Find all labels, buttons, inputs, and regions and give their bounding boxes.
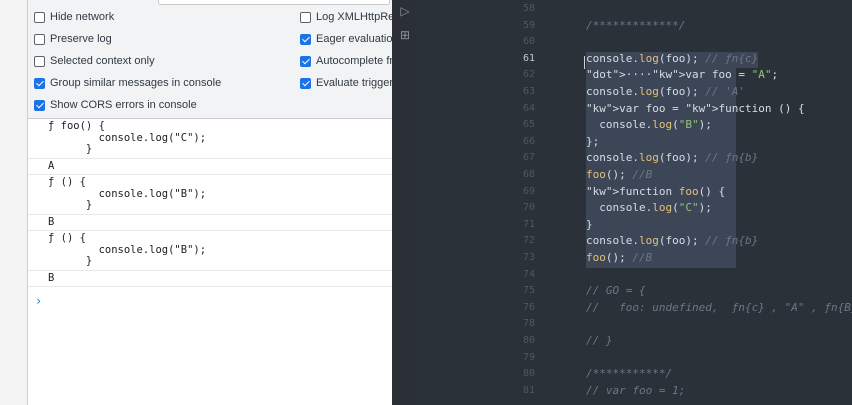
line-number: 73 [522,252,535,263]
line-number: 58 [522,3,535,14]
console-message: B [28,215,392,231]
run-debug-icon[interactable]: ▷ [398,4,412,18]
preserve-log-option[interactable]: Preserve log [34,30,112,48]
autocomplete-option[interactable]: Autocomplete fro [300,52,392,70]
line-number: 66 [522,135,535,147]
code-line: }; [586,134,600,148]
console-settings-pane: Hide network Preserve log Selected conte… [28,0,392,119]
group-similar-label: Group similar messages in console [50,77,222,89]
line-number: 76 [522,301,535,313]
code-line: console.log("C"); [586,201,712,215]
eager-evaluation-label: Eager evaluation [316,33,392,45]
line-number: 65 [522,119,535,131]
code-line: /*************/ [586,18,686,32]
console-message: ƒ () { console.log("B"); } [28,231,392,271]
group-similar-checkbox[interactable] [34,77,45,89]
line-number: 69 [522,185,535,197]
show-cors-checkbox[interactable] [34,99,45,111]
selected-context-option[interactable]: Selected context only [34,52,155,70]
code-line: // } [586,334,613,347]
line-number: 80 [522,335,535,346]
filter-input[interactable] [158,0,390,5]
code-editor[interactable]: 58 59 /*************/ 60 61 console.log(foo);… [418,0,852,405]
code-line: console.log(foo); // ƒn{b} [586,151,759,165]
console-message: ƒ foo() { console.log("C"); } [28,119,392,159]
hide-network-option[interactable]: Hide network [34,8,114,26]
code-line: foo(); //B [586,251,653,264]
code-line: console.log(foo); // ƒn{b} [586,234,759,248]
code-line: /***********/ [586,367,673,381]
preserve-log-checkbox[interactable] [34,33,45,45]
code-line: // GO = { [586,284,646,298]
code-line: // var foo = 1; [586,383,686,397]
line-number: 60 [522,36,535,48]
line-number: 75 [522,285,535,297]
line-number: 61 [522,52,535,64]
eager-evaluation-checkbox[interactable] [300,33,311,45]
extensions-icon[interactable]: ⊞ [398,28,412,42]
left-gutter [0,0,28,405]
code-line: } [586,217,593,231]
editor-activity-bar: ▷ ⊞ [392,0,418,405]
hide-network-label: Hide network [50,11,115,23]
code-line: // foo: undefined, ƒn{c} , "A" , ƒn{B} [586,300,852,314]
code-line: console.log(foo); // 'A' [586,85,745,98]
text-cursor [584,56,585,69]
evaluate-triggers-checkbox[interactable] [300,77,311,89]
hide-network-checkbox[interactable] [34,11,45,23]
evaluate-triggers-option[interactable]: Evaluate triggers [300,74,392,92]
code-line: foo(); //B [586,168,653,181]
line-number: 62 [522,69,535,81]
console-message: ƒ () { console.log("B"); } [28,175,392,215]
show-cors-label: Show CORS errors in console [50,99,197,111]
console-output: ƒ foo() { console.log("C"); } A ƒ () { c… [28,119,392,287]
console-prompt-chevron-icon[interactable]: › [35,294,42,308]
line-number: 67 [522,152,535,164]
autocomplete-checkbox[interactable] [300,55,311,67]
line-number: 59 [522,19,535,31]
eager-evaluation-option[interactable]: Eager evaluation [300,30,392,48]
line-number: 63 [522,86,535,97]
line-number: 78 [522,318,535,330]
console-toolbar [28,0,392,6]
line-number: 74 [522,268,535,280]
group-similar-option[interactable]: Group similar messages in console [34,74,221,92]
selected-context-label: Selected context only [50,55,155,67]
evaluate-triggers-label: Evaluate triggers [316,77,392,89]
console-message: A [28,159,392,175]
console-message: B [28,271,392,287]
code-line: "kw">function foo() { [586,184,726,198]
line-number: 72 [522,235,535,247]
log-xhr-option[interactable]: Log XMLHttpReq [300,8,392,26]
code-line: console.log("B"); [586,118,712,132]
code-line: "kw">var foo = "kw">function () { [586,101,805,115]
show-cors-option[interactable]: Show CORS errors in console [34,96,197,114]
autocomplete-label: Autocomplete fro [316,55,392,67]
line-number: 71 [522,218,535,230]
log-xhr-checkbox[interactable] [300,11,311,23]
line-number: 80 [522,368,535,380]
devtools-console-panel: Hide network Preserve log Selected conte… [28,0,392,405]
code-line: "dot">····"kw">var foo = "A"; [586,68,779,82]
line-number: 70 [522,202,535,214]
selected-context-checkbox[interactable] [34,55,45,67]
line-number: 64 [522,102,535,114]
line-number: 81 [522,384,535,396]
log-xhr-label: Log XMLHttpReq [316,11,392,23]
preserve-log-label: Preserve log [50,33,112,45]
code-line: console.log(foo); // ƒn{c} [586,51,759,65]
line-number: 79 [522,351,535,363]
line-number: 68 [522,169,535,180]
